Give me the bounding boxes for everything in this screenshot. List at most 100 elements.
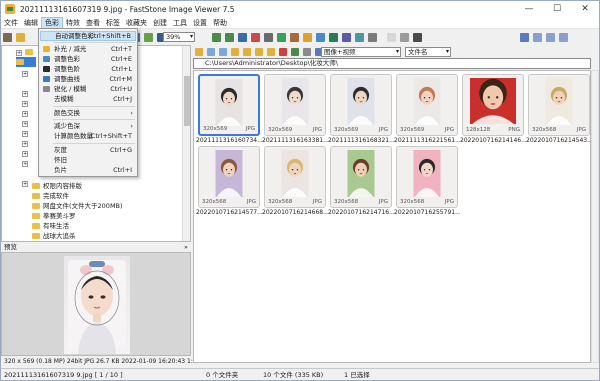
expand-icon[interactable]: + [22,71,28,77]
menu-deblur[interactable]: 去模糊 Ctrl+J [40,94,136,104]
rotate-left-icon[interactable] [212,33,221,42]
details-view-icon[interactable] [303,47,311,56]
menu-adjust-colors[interactable]: 调整色彩 Ctrl+E [40,54,136,64]
thumbnail-filename[interactable]: 2022010716214668... [262,209,328,216]
back-icon[interactable] [207,47,215,56]
scanner-icon[interactable] [400,33,409,42]
flip-icon[interactable] [238,33,247,42]
zoom-select[interactable]: 39% [163,32,195,42]
tree-item[interactable]: 权限内容排版 [32,181,82,191]
menu-reduce-depth[interactable]: 减少色深 › [40,121,136,131]
menu-favorites[interactable]: 收藏夹 [123,17,150,29]
menu-tools[interactable]: 工具 [170,17,190,29]
menu-sharpen-blur[interactable]: 锐化 / 模糊 Ctrl+U [40,84,136,94]
expand-icon[interactable]: + [16,50,22,56]
collapse-icon[interactable]: » [184,242,188,252]
filter-select[interactable]: 图像+视频 [321,47,401,57]
thumbnail-filename[interactable]: 2021111316160734... [196,137,262,144]
tree-node[interactable]: + [22,118,31,128]
thumbnail[interactable]: 320x569 JPG [330,74,392,136]
menu-lighting[interactable]: 补光 / 减光 Ctrl+T [40,44,136,54]
red-eye-icon[interactable] [251,33,260,42]
menu-adjust-curves[interactable]: 调整曲线 Ctrl+M [40,74,136,84]
delete-icon[interactable] [279,47,287,56]
scroll-thumb[interactable] [184,76,190,126]
rotate-right-icon[interactable] [225,33,234,42]
tree-node[interactable]: + [22,98,31,108]
thumbnail-filename[interactable]: 2022010716214716... [328,209,394,216]
tree-item[interactable]: 完成软件 [32,191,69,201]
menu-effects[interactable]: 特效 [63,17,83,29]
layout-4-icon[interactable] [559,33,568,42]
tree-node[interactable]: + [16,47,36,57]
thumbnail[interactable]: 320x569 JPG [198,74,260,136]
forward-icon[interactable] [219,47,227,56]
thumbnail-filename[interactable]: 2022010716255791... [394,209,460,216]
tree-item[interactable]: 战球大追杀 [32,231,76,241]
sort-select[interactable]: 文件名 [405,47,451,57]
thumbnail-filename[interactable]: 2021111316221561... [394,137,460,144]
layout-1-icon[interactable] [520,33,529,42]
menu-help[interactable]: 帮助 [210,17,230,29]
tree-node[interactable]: + [22,108,31,118]
close-button[interactable]: ✕ [571,1,599,17]
expand-icon[interactable]: + [22,181,28,187]
thumbnail[interactable]: 320x569 JPG [396,74,458,136]
browser-icon[interactable] [413,33,422,42]
folder-up-icon[interactable] [195,47,203,56]
copy-to-icon[interactable] [255,47,263,56]
expand-icon[interactable]: + [22,131,28,137]
tree-node[interactable]: + [22,138,31,148]
tree-node[interactable]: + [22,178,31,188]
minimize-button[interactable]: — [515,1,543,17]
tree-node[interactable]: + [22,158,31,168]
thumbnail-filename[interactable]: 2022010716214543... [526,137,592,144]
menu-negative[interactable]: 负片 Ctrl+I [40,165,136,175]
parent-folder-icon[interactable] [231,47,239,56]
thumbnail[interactable]: 320x568 JPG [528,74,590,136]
tree-node-selected[interactable] [16,57,36,67]
expand-icon[interactable]: + [22,121,28,127]
tree-scrollbar[interactable] [182,46,190,241]
menu-settings[interactable]: 设置 [190,17,210,29]
thumbnail-filename[interactable]: 2021111316168321... [328,137,394,144]
color-adjust-icon[interactable] [316,33,325,42]
resize-icon[interactable] [277,33,286,42]
thumbnail[interactable]: 320x569 JPG [264,74,326,136]
thumbnail[interactable]: 320x568 JPG [198,146,260,208]
expand-icon[interactable]: + [22,111,28,117]
tree-node[interactable]: + [22,148,31,158]
expand-icon[interactable]: + [22,161,28,167]
menu-auto-color[interactable]: 自动调整色彩 Ctrl+Shift+B [40,31,136,41]
tree-item[interactable]: 拳赛美斗罗 [32,211,76,221]
save-icon[interactable] [387,33,396,42]
expand-icon[interactable]: + [22,91,28,97]
tree-item[interactable]: 网盘文件(文件大于200MB) [32,201,123,211]
menu-edit[interactable]: 编辑 [21,17,41,29]
menu-tags[interactable]: 标签 [103,17,123,29]
select-all-icon[interactable] [291,47,299,56]
menu-color-swap[interactable]: 颜色交换 › [40,108,136,118]
path-input[interactable]: C:\Users\Administrator\Desktop\化妆大师\ [193,58,591,69]
move-to-icon[interactable] [267,47,275,56]
folder-icon[interactable] [16,33,25,42]
expand-icon[interactable]: + [22,101,28,107]
layout-3-icon[interactable] [546,33,555,42]
expand-icon[interactable]: + [22,151,28,157]
new-folder-icon[interactable] [243,47,251,56]
menu-grayscale[interactable]: 灰度 Ctrl+G [40,145,136,155]
refresh-icon[interactable] [144,33,153,42]
layout-2-icon[interactable] [533,33,542,42]
menu-create[interactable]: 创建 [150,17,170,29]
email-icon[interactable] [355,33,364,42]
compare-icon[interactable] [329,33,338,42]
thumbnail[interactable]: 320x568 JPG [264,146,326,208]
brightness-icon[interactable] [303,33,312,42]
menu-file[interactable]: 文件 [1,17,21,29]
thumbnail[interactable]: 320x568 JPG [330,146,392,208]
expand-icon[interactable]: + [22,141,28,147]
slideshow-icon[interactable] [342,33,351,42]
draw-icon[interactable] [290,33,299,42]
menu-view[interactable]: 查看 [83,17,103,29]
tree-node[interactable]: + [22,68,31,78]
